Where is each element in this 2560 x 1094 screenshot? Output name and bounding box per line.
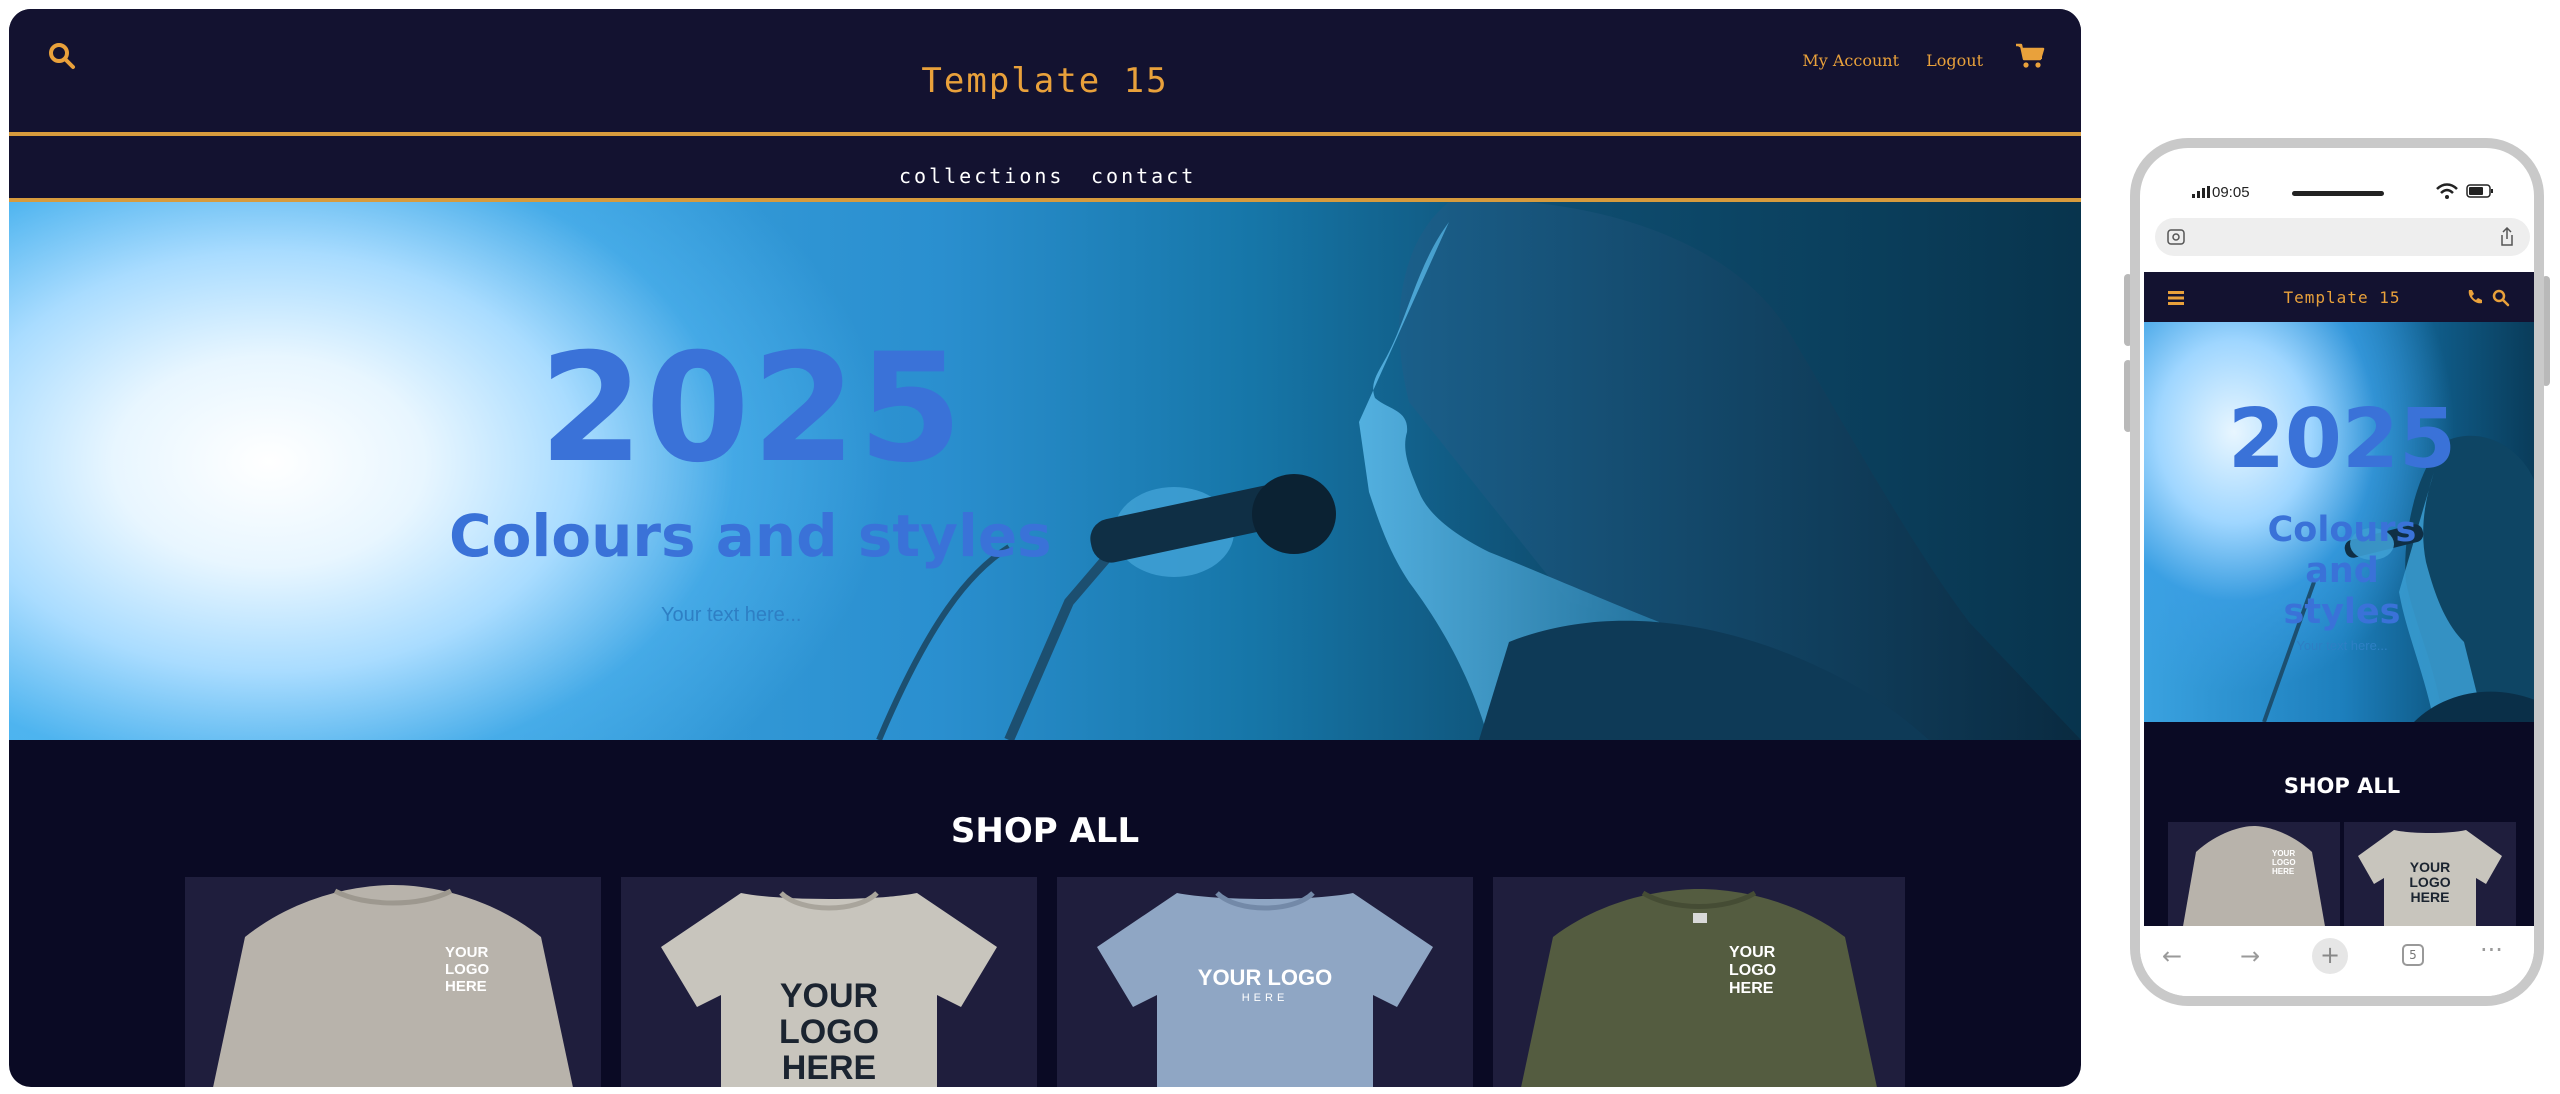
product-image: YOUR LOGO HERE [2183,826,2325,926]
svg-text:HERE: HERE [782,1049,876,1087]
mobile-site: Template 15 2025 Colours and styles Your… [2144,272,2534,926]
main-navigation: collections contact [9,136,2081,198]
mobile-hero-subtitle: Your text here... [2296,638,2388,653]
mobile-header: Template 15 [2144,272,2534,322]
share-icon[interactable] [2499,227,2515,247]
hero-year: 2025 [539,322,965,496]
mobile-shop-all-heading: SHOP ALL [2283,774,2401,798]
product-card[interactable]: YOUR LOGO HERE [1493,877,1905,1087]
nav-item-collections[interactable]: collections [899,164,1064,188]
mobile-hero-banner: 2025 Colours and styles Your text here..… [2144,322,2534,722]
svg-text:HERE: HERE [2411,889,2450,905]
product-card[interactable]: YOUR LOGO HERE [185,877,601,1087]
svg-text:YOUR: YOUR [1729,944,1776,961]
battery-icon [2466,184,2493,198]
svg-text:HERE: HERE [445,978,487,995]
my-account-link[interactable]: My Account [1802,51,1899,70]
product-image: YOUR LOGO HERE [1097,891,1433,1087]
product-image: YOUR LOGO HERE [213,885,573,1087]
shop-all-heading: SHOP ALL [950,811,1140,851]
phone-icon[interactable] [2466,289,2482,305]
singer-photo [876,202,2081,740]
svg-text:YOUR: YOUR [780,977,878,1015]
dynamic-island [2292,191,2384,196]
new-tab-icon[interactable]: + [2312,938,2348,974]
svg-text:YOUR: YOUR [2272,849,2295,858]
product-image: YOUR LOGO HERE [1521,889,1877,1087]
svg-text:LOGO: LOGO [1729,962,1776,979]
site-header: Template 15 My Account Logout [9,9,2081,133]
product-card[interactable]: YOUR LOGO HERE [1057,877,1473,1087]
mobile-hero-title: Colours and styles [2267,510,2417,632]
hero-banner: 2025 Colours and styles Your text here..… [9,202,2081,740]
back-icon[interactable]: ← [2162,942,2182,970]
status-time: 09:05 [2212,184,2250,201]
url-bar[interactable] [2155,218,2530,256]
svg-text:LOGO: LOGO [2272,858,2296,867]
product-image: YOUR LOGO HERE [2358,830,2502,926]
mobile-hero-year: 2025 [2227,392,2457,487]
mobile-product-card[interactable]: YOUR LOGO HERE [2344,822,2516,926]
hero-title: Colours and styles [449,502,1052,570]
mobile-product-card[interactable]: YOUR LOGO HERE [2168,822,2340,926]
logout-link[interactable]: Logout [1926,51,1983,70]
svg-text:YOUR: YOUR [445,944,489,961]
search-icon[interactable] [2492,289,2510,307]
svg-text:LOGO: LOGO [2409,874,2450,890]
svg-text:LOGO: LOGO [445,961,489,978]
svg-text:YOUR: YOUR [2410,859,2450,875]
wifi-icon [2436,183,2458,199]
product-card[interactable]: YOUR LOGO HERE [621,877,1037,1087]
mobile-preview: 09:05 Template 15 2025 Colours and style… [2130,138,2544,1006]
more-icon[interactable]: ··· [2480,936,2503,964]
mobile-browser-toolbar: ← → + 5 ··· [2140,926,2534,996]
nav-item-contact[interactable]: contact [1091,164,1196,188]
svg-text:HERE: HERE [1729,980,1774,997]
svg-text:HERE: HERE [1242,992,1289,1004]
forward-icon[interactable]: → [2240,942,2260,970]
desktop-browser-view: Template 15 My Account Logout collection… [9,9,2081,1087]
hero-subtitle: Your text here... [661,604,802,626]
site-logo[interactable]: Template 15 [9,61,2081,101]
cart-icon[interactable] [2015,42,2045,70]
page-settings-icon[interactable] [2167,229,2185,245]
tabs-icon[interactable]: 5 [2402,944,2424,966]
svg-text:HERE: HERE [2272,867,2295,876]
svg-text:LOGO: LOGO [779,1013,879,1051]
svg-text:YOUR LOGO: YOUR LOGO [1198,965,1332,990]
signal-icon [2192,186,2210,198]
product-image: YOUR LOGO HERE [661,891,997,1087]
